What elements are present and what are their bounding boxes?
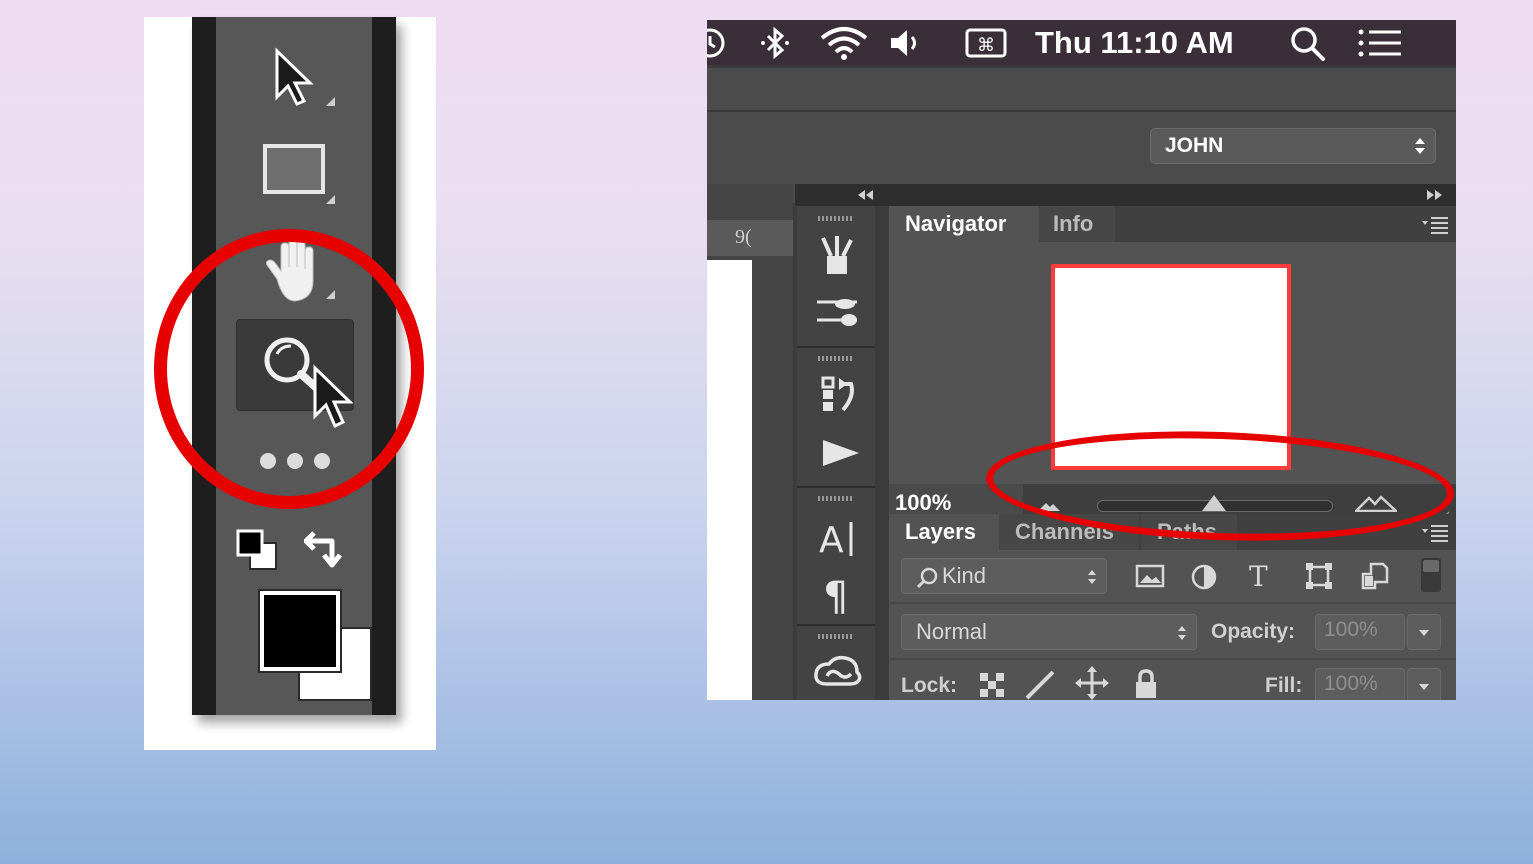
smart-object-filter-icon[interactable] [1361, 562, 1389, 590]
workspace-select-value: JOHN [1165, 134, 1224, 157]
lock-position-icon[interactable] [1075, 666, 1109, 700]
lock-label: Lock: [901, 674, 958, 697]
zoom-level-value: 100% [895, 490, 952, 515]
lock-image-pixels-icon[interactable] [1023, 668, 1057, 700]
svg-text:A: A [819, 520, 844, 560]
bluetooth-icon[interactable] [759, 26, 791, 60]
divider [797, 624, 875, 626]
creative-cloud-icon[interactable] [813, 654, 863, 690]
spotlight-search-icon[interactable] [1289, 26, 1327, 62]
divider [889, 658, 1456, 660]
blend-mode-value: Normal [916, 619, 987, 644]
filter-toggle-knob [1423, 560, 1439, 572]
panel-dock-header [795, 184, 1456, 206]
notification-center-icon[interactable] [1357, 28, 1405, 58]
divider [707, 110, 1456, 112]
type-layer-filter-icon[interactable]: T [1247, 562, 1273, 590]
svg-text:T: T [1249, 562, 1268, 590]
marquee-tool-button[interactable] [216, 143, 372, 195]
panel-menu-icon[interactable] [1420, 524, 1450, 542]
character-icon[interactable]: A [817, 516, 861, 560]
tab-layers[interactable]: Layers [889, 514, 999, 550]
chevron-down-icon [1419, 630, 1429, 636]
lock-all-icon[interactable] [1133, 668, 1159, 700]
tab-label: Info [1053, 211, 1094, 236]
tab-info[interactable]: Info [1039, 206, 1115, 242]
search-icon [916, 567, 938, 589]
grip-handle[interactable] [818, 496, 854, 501]
grip-handle[interactable] [818, 634, 854, 639]
tool-flyout-indicator [326, 97, 335, 106]
opacity-label: Opacity: [1211, 620, 1296, 643]
wifi-icon[interactable] [819, 26, 869, 60]
volume-icon[interactable] [889, 27, 925, 59]
layer-filter-value: Kind [942, 563, 987, 588]
select-arrows-icon [1415, 138, 1425, 154]
tab-navigator[interactable]: Navigator [889, 206, 1039, 242]
select-arrows-icon [1088, 570, 1096, 584]
rectangle-marquee-icon [263, 144, 325, 194]
mac-menu-bar: ⌘ Thu 11:10 AM [707, 20, 1456, 65]
svg-text:¶: ¶ [823, 574, 848, 616]
layer-filter-select[interactable]: Kind [901, 558, 1107, 594]
swap-colors-icon[interactable] [304, 527, 350, 571]
blend-mode-select[interactable]: Normal [901, 614, 1197, 650]
actions-play-icon[interactable] [821, 436, 861, 470]
ruler: 9( [707, 220, 793, 256]
lock-transparent-pixels-icon[interactable] [979, 672, 1005, 698]
ruler-number: 9( [735, 226, 752, 248]
arrow-icon [275, 47, 314, 106]
expand-right-icon[interactable] [1425, 188, 1445, 202]
history-icon[interactable] [817, 374, 859, 416]
fill-dropdown-button[interactable] [1407, 668, 1441, 700]
foreground-color-swatch[interactable] [260, 591, 340, 671]
select-arrows-icon [1178, 626, 1186, 640]
toolbar-card [144, 17, 436, 750]
menu-bar-clock[interactable]: Thu 11:10 AM [1035, 25, 1234, 61]
collapsed-panels-column: A ¶ [797, 206, 875, 700]
filter-toggle-switch[interactable] [1421, 558, 1441, 592]
svg-text:⌘: ⌘ [977, 35, 995, 56]
collapse-left-icon[interactable] [855, 188, 875, 202]
default-colors-icon[interactable] [236, 529, 280, 573]
document-canvas[interactable] [707, 260, 752, 700]
panel-menu-icon[interactable] [1420, 216, 1450, 234]
divider [797, 486, 875, 488]
opacity-field[interactable]: 100% [1315, 614, 1405, 650]
fill-label: Fill: [1265, 674, 1303, 697]
divider [889, 602, 1456, 604]
navigator-tabs: Navigator Info [889, 206, 1456, 242]
photoshop-window: ⌘ Thu 11:10 AM JOHN 9(A ¶ Navigator Inf… [707, 20, 1456, 700]
chevron-down-icon [1419, 684, 1429, 690]
selection-tool-button[interactable] [216, 47, 372, 107]
layers-panel-body: Kind T Normal Opacity: 100% Lock: Fill: … [889, 550, 1456, 700]
layers-panel: Layers Channels Paths Kind T Normal Opac… [889, 514, 1456, 700]
time-machine-icon[interactable] [707, 26, 727, 60]
pixel-layer-filter-icon[interactable] [1135, 564, 1165, 588]
fill-field[interactable]: 100% [1315, 668, 1405, 700]
tool-flyout-indicator [326, 195, 335, 204]
paragraph-icon[interactable]: ¶ [821, 572, 857, 616]
highlight-circle-annotation [154, 229, 424, 509]
workspace-select[interactable]: JOHN [1150, 128, 1436, 164]
brush-settings-icon[interactable] [815, 294, 859, 330]
tab-label: Layers [905, 519, 976, 544]
grip-handle[interactable] [818, 216, 854, 221]
keyboard-input-icon[interactable]: ⌘ [965, 26, 1007, 60]
tab-label: Navigator [905, 211, 1007, 236]
shape-layer-filter-icon[interactable] [1305, 562, 1333, 590]
brush-presets-icon[interactable] [817, 234, 857, 276]
adjustment-layer-filter-icon[interactable] [1191, 564, 1217, 590]
opacity-dropdown-button[interactable] [1407, 614, 1441, 650]
grip-handle[interactable] [818, 356, 854, 361]
fill-value: 100% [1324, 672, 1378, 695]
divider [797, 346, 875, 348]
opacity-value: 100% [1324, 618, 1378, 641]
